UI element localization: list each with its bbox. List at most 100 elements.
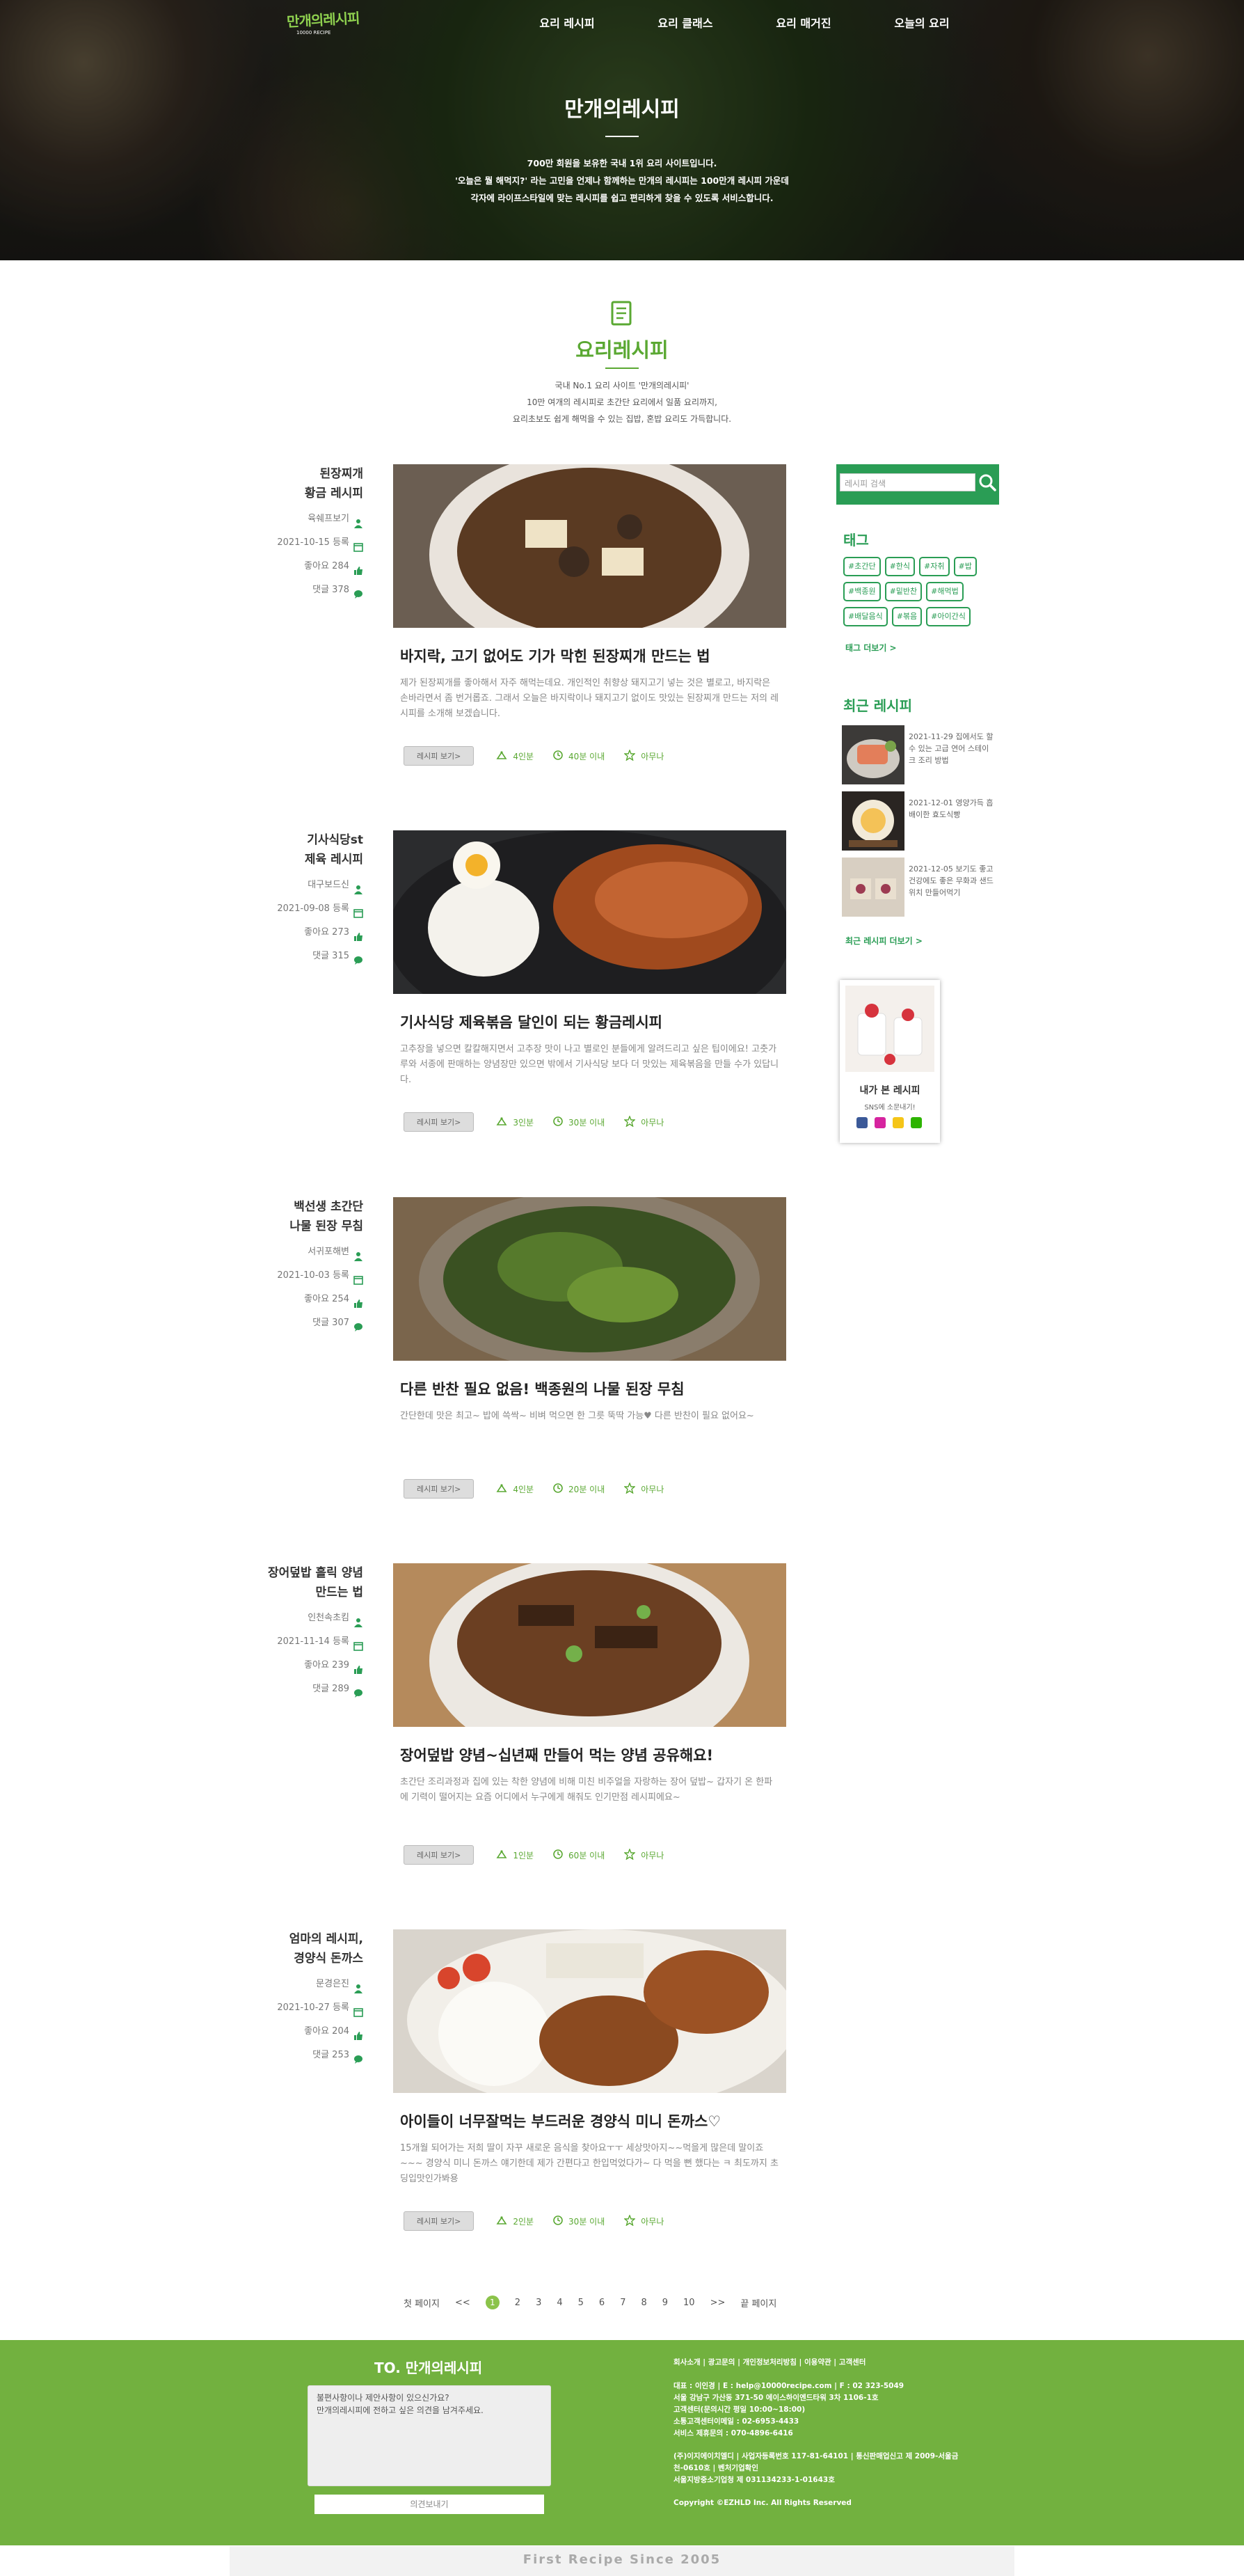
recipe-likes-row[interactable]: 좋아요 239	[264, 1654, 363, 1677]
recipe-title[interactable]: 아이들이 너무잘먹는 부드러운 경양식 미니 돈까스♡	[400, 2110, 783, 2131]
page-link[interactable]: 6	[599, 2298, 605, 2308]
page-link-current[interactable]: 1	[485, 2296, 500, 2309]
recipe-comments-row[interactable]: 댓글 289	[264, 1677, 363, 1701]
clock-icon	[553, 1116, 563, 1128]
page-link[interactable]: 5	[578, 2298, 584, 2308]
view-recipe-button[interactable]: 레시피 보기>	[404, 746, 475, 766]
view-recipe-button[interactable]: 레시피 보기>	[404, 1479, 475, 1499]
tag-item[interactable]: #밥	[953, 557, 977, 576]
recipe-photo[interactable]	[393, 1197, 786, 1361]
recipe-photo[interactable]	[393, 830, 786, 994]
recipe-photo[interactable]	[393, 1563, 786, 1727]
search-icon[interactable]	[977, 471, 998, 493]
recipe-author-row[interactable]: 육쉐프보기	[264, 507, 363, 531]
recipe-photo[interactable]	[393, 1929, 786, 2093]
recipe-meta: 엄마의 레시피, 경양식 돈까스 문경은진 2021-10-27 등록 좋아요 204 댓…	[264, 1929, 363, 2067]
recipe-meta: 기사식당st 제육 레시피 대구보드신 2021-09-08 등록 좋아요 273 댓글 …	[264, 830, 363, 968]
tag-item[interactable]: #백종원	[843, 582, 881, 601]
difficulty: 아무나	[623, 1114, 664, 1129]
page-link[interactable]: 7	[620, 2298, 625, 2308]
recent-text: 2021-12-01 영양가득 흡배이한 효도식빵	[909, 798, 994, 819]
recipe-comments-row[interactable]: 댓글 253	[264, 2044, 363, 2067]
nav-class[interactable]: 요리 클래스	[626, 14, 744, 31]
tags-more-link[interactable]: 태그 더보기 >	[845, 642, 897, 654]
recent-item[interactable]: 2021-12-05 보기도 좋고 건강에도 좋은 무화과 샌드위치 만들어먹기	[842, 858, 995, 917]
instagram-icon[interactable]	[875, 1117, 886, 1128]
thumbs-up-icon	[353, 928, 363, 941]
servings: 1인분	[496, 1849, 534, 1861]
servings-icon	[496, 1849, 507, 1861]
view-recipe-button[interactable]: 레시피 보기>	[404, 2211, 475, 2231]
recipe-actions: 레시피 보기> 2인분 30분 이내 아무나	[404, 2211, 664, 2231]
next-page-link[interactable]: >>	[710, 2298, 726, 2308]
footer: TO. 만개의레시피 불편사항이나 제안사항이 있으신가요? 만개의레시피에 전…	[0, 2340, 1244, 2545]
difficulty-text: 아무나	[641, 1117, 664, 1128]
recent-thumb	[842, 725, 904, 784]
facebook-icon[interactable]	[856, 1117, 868, 1128]
page-link[interactable]: 8	[641, 2298, 646, 2308]
recipe-author: 육쉐프보기	[308, 514, 349, 524]
recent-more-link[interactable]: 최근 레시피 더보기 >	[845, 935, 923, 947]
view-recipe-button[interactable]: 레시피 보기>	[404, 1845, 475, 1865]
clock-icon	[553, 1849, 563, 1861]
page-link[interactable]: 9	[662, 2298, 668, 2308]
last-page-link[interactable]: 끝 페이지	[740, 2296, 776, 2309]
search-input[interactable]: 레시피 검색	[840, 473, 975, 491]
recipe-card: 장어덮밥 흘릭 양념 만드는 법 인천속초킴 2021-11-14 등록 좋아요 239…	[264, 1563, 786, 1890]
page-link[interactable]: 2	[515, 2298, 520, 2308]
tag-item[interactable]: #아이간식	[926, 607, 971, 626]
page-link[interactable]: 3	[536, 2298, 541, 2308]
recipe-likes-row[interactable]: 좋아요 273	[264, 921, 363, 945]
comment-icon	[353, 1318, 363, 1332]
recipe-title[interactable]: 장어덮밥 양념~십년째 만들어 먹는 양념 공유해요!	[400, 1744, 783, 1765]
prev-page-link[interactable]: <<	[455, 2298, 470, 2308]
recipe-title[interactable]: 바지락, 고기 없어도 기가 막힌 된장찌개 만드는 법	[400, 645, 783, 666]
recent-item[interactable]: 2021-11-29 집에서도 할 수 있는 고급 연어 스테이크 조리 방법	[842, 725, 995, 784]
recipe-author-row[interactable]: 대구보드신	[264, 874, 363, 897]
recipe-author-row[interactable]: 서귀포해변	[264, 1240, 363, 1264]
feedback-send-button[interactable]: 의견보내기	[314, 2495, 544, 2514]
recipe-title[interactable]: 기사식당 제육볶음 달인이 되는 황금레시피	[400, 1011, 783, 1032]
recipe-title[interactable]: 다른 반찬 필요 없음! 백종원의 나물 된장 무침	[400, 1378, 783, 1399]
recent-heading: 최근 레시피	[843, 697, 912, 714]
recipe-photo[interactable]	[393, 464, 786, 628]
my-recipe-title: 내가 본 레시피	[859, 1085, 920, 1096]
my-viewed-recipes[interactable]: 내가 본 레시피 SNS에 소문내기!	[840, 980, 940, 1143]
recipe-likes-row[interactable]: 좋아요 204	[264, 2020, 363, 2044]
difficulty: 아무나	[623, 1481, 664, 1496]
site-logo[interactable]: 만개의레시피 10000 RECIPE	[287, 8, 374, 40]
recipe-likes: 좋아요 239	[304, 1660, 349, 1670]
nav-magazine[interactable]: 요리 매거진	[744, 14, 863, 31]
recent-item[interactable]: 2021-12-01 영양가득 흡배이한 효도식빵	[842, 791, 995, 851]
page-link[interactable]: 4	[557, 2298, 562, 2308]
feedback-textarea[interactable]: 불편사항이나 제안사항이 있으신가요? 만개의레시피에 전하고 싶은 의견을 남…	[308, 2385, 551, 2486]
servings-icon	[496, 750, 507, 762]
recipe-description: 간단한데 맛은 최고~ 밥에 쓱싹~ 비벼 먹으면 한 그릇 뚝딱 가능♥ 다른…	[400, 1411, 754, 1421]
cook-time-text: 20분 이내	[568, 1484, 605, 1494]
cook-time: 60분 이내	[553, 1849, 605, 1861]
recipe-comments-row[interactable]: 댓글 307	[264, 1311, 363, 1335]
line-icon[interactable]	[911, 1117, 922, 1128]
first-page-link[interactable]: 첫 페이지	[404, 2296, 440, 2309]
recipe-likes-row[interactable]: 좋아요 254	[264, 1288, 363, 1311]
recipe-comments-row[interactable]: 댓글 378	[264, 578, 363, 602]
recipe-author-row[interactable]: 문경은진	[264, 1973, 363, 1996]
view-recipe-button[interactable]: 레시피 보기>	[404, 1112, 475, 1132]
tag-item[interactable]: #배달음식	[843, 607, 888, 626]
tag-item[interactable]: #자취	[919, 557, 950, 576]
recipe-likes-row[interactable]: 좋아요 284	[264, 555, 363, 578]
tag-item[interactable]: #밑반찬	[884, 582, 923, 601]
footer-links[interactable]: 회사소개 | 광고문의 | 개인정보처리방침 | 이용약관 | 고객센터	[673, 2357, 866, 2367]
tag-item[interactable]: #해먹법	[926, 582, 964, 601]
nav-recipe[interactable]: 요리 레시피	[508, 14, 626, 31]
footer-copyright: Copyright ©EZHLD Inc. All Rights Reserve…	[673, 2499, 852, 2507]
nav-today[interactable]: 오늘의 요리	[863, 14, 981, 31]
tag-item[interactable]: #볶음	[891, 607, 923, 626]
kakao-icon[interactable]	[893, 1117, 904, 1128]
page-link[interactable]: 10	[683, 2298, 695, 2308]
tag-item[interactable]: #한식	[884, 557, 916, 576]
tag-item[interactable]: #초간단	[843, 557, 881, 576]
tag-list: #초간단 #한식 #자취 #밥 #백종원 #밑반찬 #해먹법 #배달음식 #볶음…	[843, 557, 996, 626]
recipe-author-row[interactable]: 인천속초킴	[264, 1606, 363, 1630]
recipe-comments-row[interactable]: 댓글 315	[264, 945, 363, 968]
